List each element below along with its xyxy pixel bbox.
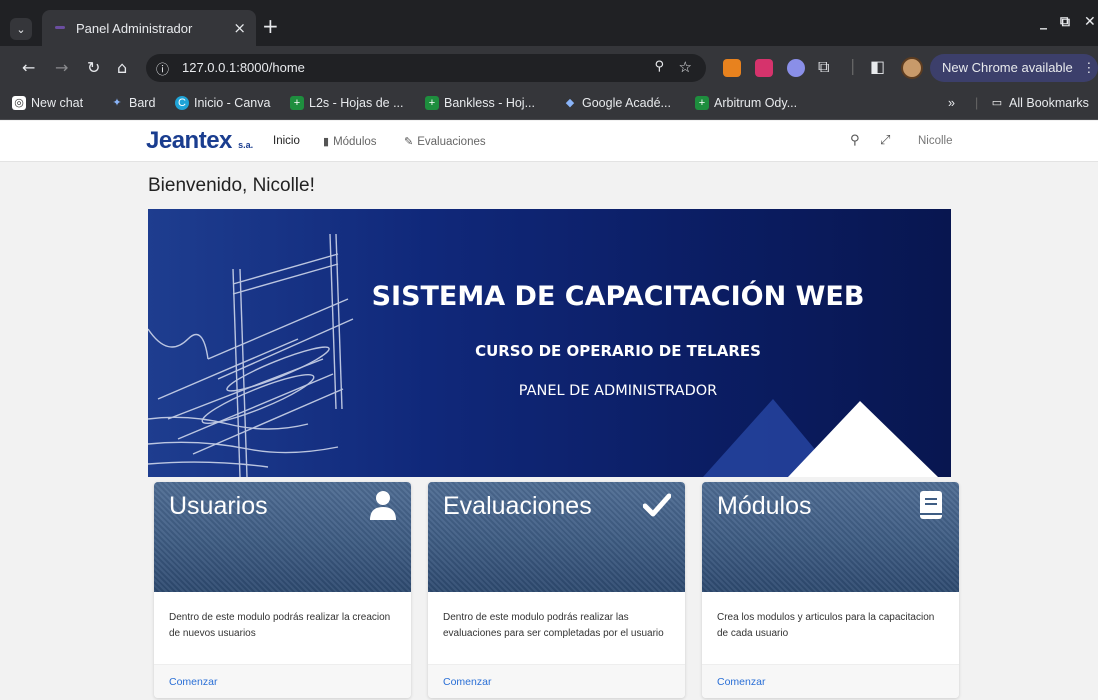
bookmark-label: Bard bbox=[129, 96, 156, 110]
bard-sparkle-icon: ✦ bbox=[112, 97, 122, 109]
card-header: Módulos bbox=[702, 482, 959, 592]
bookmark-bankless[interactable]: + Bankless - Hoj... bbox=[425, 96, 535, 110]
check-icon bbox=[643, 493, 671, 517]
file-icon: ▮ bbox=[323, 136, 330, 148]
extensions-puzzle-icon[interactable]: ⧉ bbox=[818, 57, 829, 77]
scholar-icon: ◆ bbox=[565, 97, 575, 109]
metamask-extension-icon[interactable] bbox=[723, 59, 741, 77]
card-title: Módulos bbox=[717, 492, 812, 520]
all-bookmarks[interactable]: ▭ All Bookmarks bbox=[990, 96, 1089, 110]
card-footer: Comenzar bbox=[154, 664, 411, 698]
bookmark-l2s[interactable]: + L2s - Hojas de ... bbox=[290, 96, 404, 110]
book-icon bbox=[920, 491, 942, 519]
bookmark-label: L2s - Hojas de ... bbox=[309, 96, 404, 110]
banner-subtitle: CURSO DE OPERARIO DE TELARES bbox=[475, 342, 761, 360]
close-window-icon[interactable]: ✕ bbox=[1084, 14, 1096, 30]
nav-evaluaciones[interactable]: ✎ Evaluaciones bbox=[404, 135, 486, 149]
new-tab-icon[interactable]: + bbox=[262, 14, 279, 38]
canva-icon: C bbox=[175, 96, 189, 110]
banner-title: SISTEMA DE CAPACITACIÓN WEB bbox=[371, 281, 865, 312]
bookmark-google-academico[interactable]: ◆ Google Acadé... bbox=[563, 96, 671, 110]
chatgpt-icon: ◎ bbox=[12, 96, 26, 110]
browser-tab-active[interactable]: Panel Administrador × bbox=[42, 10, 256, 46]
user-icon bbox=[370, 491, 396, 520]
nav-evaluaciones-label: Evaluaciones bbox=[417, 135, 486, 148]
app-navbar: Jeantex s.a. Inicio ▮ Módulos ✎ Evaluacion… bbox=[0, 121, 1098, 162]
bookmark-star-icon[interactable]: ☆ bbox=[679, 58, 692, 76]
bookmarks-bar: ◎ New chat ✦ Bard C Inicio - Canva + L2s - H… bbox=[0, 90, 1098, 120]
search-icon[interactable]: ⚲ bbox=[850, 133, 860, 148]
toolbar-divider: | bbox=[850, 56, 856, 75]
all-bookmarks-label: All Bookmarks bbox=[1009, 96, 1089, 110]
nav-modulos-label: Módulos bbox=[333, 135, 377, 148]
tab-search-dropdown-icon[interactable]: ⌄ bbox=[10, 18, 32, 40]
card-header: Usuarios bbox=[154, 482, 411, 592]
sheets-icon: + bbox=[290, 96, 304, 110]
home-icon[interactable]: ⌂ bbox=[117, 58, 127, 77]
card-title: Usuarios bbox=[169, 492, 268, 520]
profile-avatar-icon[interactable] bbox=[901, 57, 923, 79]
zoom-icon[interactable]: ⚲ bbox=[654, 59, 664, 74]
folder-icon: ▭ bbox=[991, 97, 1003, 109]
extension-me-icon[interactable] bbox=[755, 59, 773, 77]
chrome-menu-icon[interactable]: ⋮ bbox=[1082, 60, 1095, 75]
minimize-icon[interactable]: _ bbox=[1040, 14, 1047, 30]
bookmarks-divider: | bbox=[975, 96, 979, 110]
card-footer: Comenzar bbox=[428, 664, 685, 698]
fullscreen-icon[interactable]: ⤢ bbox=[880, 133, 890, 148]
side-panel-icon[interactable]: ◧ bbox=[870, 57, 885, 76]
address-bar[interactable]: ⓘ 127.0.0.1:8000/home ⚲ ☆ bbox=[146, 54, 706, 82]
site-info-icon[interactable]: ⓘ bbox=[156, 59, 169, 78]
card-modulos: Módulos Crea los modulos y articulos par… bbox=[702, 482, 959, 698]
training-banner: SISTEMA DE CAPACITACIÓN WEB CURSO DE OPE… bbox=[148, 209, 951, 477]
reload-icon[interactable]: ↻ bbox=[87, 58, 100, 77]
bookmark-label: Google Acadé... bbox=[582, 96, 671, 110]
bookmark-new-chat[interactable]: ◎ New chat bbox=[12, 96, 83, 110]
logo-text: Jeantex bbox=[146, 127, 232, 154]
sheets-icon: + bbox=[425, 96, 439, 110]
chrome-update-label: New Chrome available bbox=[942, 60, 1073, 75]
jeantex-logo[interactable]: Jeantex s.a. bbox=[146, 127, 253, 155]
comenzar-modulos-link[interactable]: Comenzar bbox=[717, 676, 765, 688]
forward-icon[interactable]: → bbox=[55, 58, 68, 77]
card-description: Dentro de este modulo podrás realizar la… bbox=[443, 612, 664, 639]
comenzar-evaluaciones-link[interactable]: Comenzar bbox=[443, 676, 491, 688]
chrome-update-button[interactable]: New Chrome available ⋮ bbox=[930, 54, 1098, 82]
back-icon[interactable]: ← bbox=[22, 58, 35, 77]
extension-app-icon[interactable] bbox=[787, 59, 805, 77]
logo-suffix: s.a. bbox=[238, 140, 254, 150]
tab-favicon-icon bbox=[52, 20, 68, 36]
user-menu[interactable]: Nicolle bbox=[918, 135, 953, 147]
card-footer: Comenzar bbox=[702, 664, 959, 698]
bookmark-label: Bankless - Hoj... bbox=[444, 96, 536, 110]
restore-icon[interactable]: ⧉ bbox=[1060, 14, 1070, 30]
nav-modulos[interactable]: ▮ Módulos bbox=[323, 135, 377, 149]
comenzar-usuarios-link[interactable]: Comenzar bbox=[169, 676, 217, 688]
bookmark-arbitrum[interactable]: + Arbitrum Ody... bbox=[695, 96, 797, 110]
banner-panel-label: PANEL DE ADMINISTRADOR bbox=[518, 383, 718, 399]
welcome-heading: Bienvenido, Nicolle! bbox=[148, 175, 315, 196]
card-description: Crea los modulos y articulos para la cap… bbox=[717, 612, 935, 639]
sheets-icon: + bbox=[695, 96, 709, 110]
browser-toolbar: ← → ↻ ⌂ ⓘ 127.0.0.1:8000/home ⚲ ☆ ⧉ | ◧ … bbox=[0, 46, 1098, 90]
nav-inicio[interactable]: Inicio bbox=[273, 135, 300, 147]
card-usuarios: Usuarios Dentro de este modulo podrás re… bbox=[154, 482, 411, 698]
bookmark-canva[interactable]: C Inicio - Canva bbox=[175, 96, 270, 110]
pencil-icon: ✎ bbox=[404, 136, 414, 148]
card-description: Dentro de este modulo podrás realizar la… bbox=[169, 612, 391, 639]
browser-tab-strip: ⌄ Panel Administrador × + _ ⧉ ✕ bbox=[0, 0, 1098, 46]
address-url[interactable]: 127.0.0.1:8000/home bbox=[182, 60, 305, 75]
card-header: Evaluaciones bbox=[428, 482, 685, 592]
bookmark-bard[interactable]: ✦ Bard bbox=[110, 96, 155, 110]
card-evaluaciones: Evaluaciones Dentro de este modulo podrá… bbox=[428, 482, 685, 698]
bookmark-label: New chat bbox=[31, 96, 84, 110]
tab-title: Panel Administrador bbox=[76, 20, 193, 36]
card-title: Evaluaciones bbox=[443, 492, 592, 520]
bookmark-label: Inicio - Canva bbox=[194, 96, 271, 110]
bookmarks-overflow-icon[interactable]: » bbox=[948, 96, 955, 110]
tab-close-icon[interactable]: × bbox=[233, 19, 246, 37]
bookmark-label: Arbitrum Ody... bbox=[714, 96, 798, 110]
